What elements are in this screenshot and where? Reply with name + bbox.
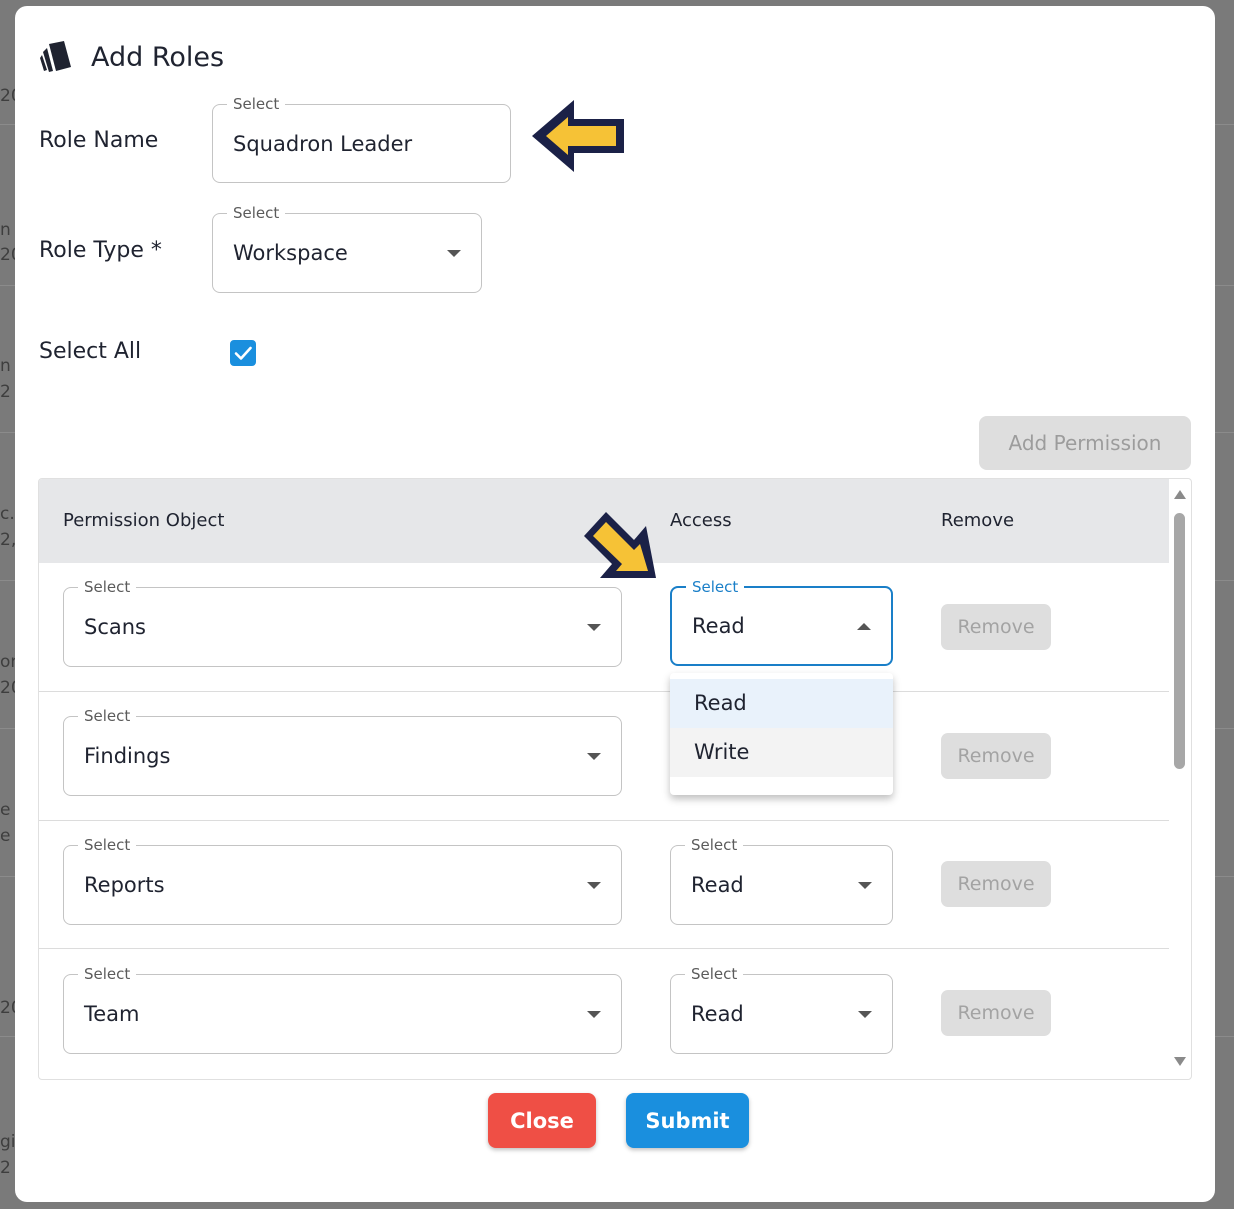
chevron-down-icon bbox=[587, 624, 601, 631]
option-label: Read bbox=[694, 691, 747, 715]
field-legend: Select bbox=[78, 965, 137, 983]
access-value: Read bbox=[691, 1002, 744, 1026]
cards-icon bbox=[40, 41, 71, 72]
modal-title: Add Roles bbox=[91, 41, 225, 73]
field-legend: Select bbox=[78, 707, 137, 725]
remove-button[interactable]: Remove bbox=[941, 861, 1051, 907]
field-legend: Select bbox=[78, 578, 137, 596]
close-button[interactable]: Close bbox=[488, 1093, 596, 1148]
scroll-up-icon[interactable] bbox=[1174, 490, 1186, 499]
field-legend: Select bbox=[685, 836, 744, 854]
submit-button[interactable]: Submit bbox=[626, 1093, 749, 1148]
bg-text: n bbox=[0, 220, 11, 240]
remove-button[interactable]: Remove bbox=[941, 990, 1051, 1036]
select-all-checkbox[interactable] bbox=[230, 340, 256, 366]
field-legend: Select bbox=[78, 836, 137, 854]
annotation-arrow-down-right-icon bbox=[584, 512, 656, 578]
chevron-down-icon bbox=[587, 882, 601, 889]
bg-text: 2, bbox=[0, 530, 17, 550]
role-type-label: Role Type * bbox=[39, 238, 162, 263]
permission-object-value: Scans bbox=[84, 615, 146, 639]
remove-button[interactable]: Remove bbox=[941, 604, 1051, 650]
access-value: Read bbox=[691, 873, 744, 897]
checkmark-icon bbox=[234, 346, 252, 360]
header-permission-object: Permission Object bbox=[63, 510, 225, 531]
scroll-thumb[interactable] bbox=[1174, 513, 1185, 769]
dropdown-option-write[interactable]: Write bbox=[670, 728, 893, 777]
permission-object-value: Reports bbox=[84, 873, 165, 897]
access-select[interactable]: Select Read bbox=[670, 965, 893, 1054]
bg-text: 2 bbox=[0, 382, 11, 402]
role-name-value: Squadron Leader bbox=[233, 131, 413, 156]
scroll-down-icon[interactable] bbox=[1174, 1057, 1186, 1066]
table-row: Select Scans Select Read Remove bbox=[39, 563, 1169, 692]
permission-object-select[interactable]: Select Reports bbox=[63, 836, 622, 925]
permission-object-select[interactable]: Select Team bbox=[63, 965, 622, 1054]
field-legend: Select bbox=[686, 578, 745, 596]
role-name-label: Role Name bbox=[39, 128, 159, 153]
role-type-value: Workspace bbox=[233, 241, 348, 265]
header-remove: Remove bbox=[941, 510, 1015, 531]
role-type-select[interactable]: Select Workspace bbox=[212, 204, 482, 293]
access-dropdown-menu: Read Write bbox=[670, 673, 893, 795]
chevron-up-icon bbox=[857, 623, 871, 630]
permission-object-value: Team bbox=[84, 1002, 140, 1026]
role-name-input[interactable]: Select Squadron Leader bbox=[212, 95, 511, 183]
bg-text: gi bbox=[0, 1132, 16, 1152]
header-access: Access bbox=[670, 510, 732, 531]
access-select[interactable]: Select Read bbox=[670, 836, 893, 925]
remove-button[interactable]: Remove bbox=[941, 733, 1051, 779]
annotation-arrow-left-icon bbox=[532, 100, 624, 172]
permission-object-select[interactable]: Select Findings bbox=[63, 707, 622, 796]
table-row: Select Team Select Read Remove bbox=[39, 949, 1169, 1077]
chevron-down-icon bbox=[858, 882, 872, 889]
dropdown-option-read[interactable]: Read bbox=[670, 679, 893, 728]
option-label: Write bbox=[694, 740, 750, 764]
bg-text: c. bbox=[0, 504, 15, 524]
bg-text: n bbox=[0, 356, 11, 376]
chevron-down-icon bbox=[587, 1011, 601, 1018]
access-value: Read bbox=[692, 614, 745, 638]
role-name-legend: Select bbox=[227, 95, 286, 113]
add-permission-button[interactable]: Add Permission bbox=[979, 416, 1191, 470]
permission-object-select[interactable]: Select Scans bbox=[63, 578, 622, 667]
field-legend: Select bbox=[685, 965, 744, 983]
table-row: Select Reports Select Read Remove bbox=[39, 820, 1169, 949]
access-select[interactable]: Select Read bbox=[670, 578, 893, 666]
chevron-down-icon bbox=[447, 250, 461, 257]
table-row: Select Findings Remove bbox=[39, 692, 1169, 821]
select-all-label: Select All bbox=[39, 339, 142, 364]
bg-text: 2 bbox=[0, 1158, 11, 1178]
modal-header: Add Roles bbox=[40, 40, 224, 74]
add-roles-modal: Add Roles Role Name Select Squadron Lead… bbox=[15, 6, 1215, 1202]
permission-object-value: Findings bbox=[84, 744, 171, 768]
role-type-legend: Select bbox=[227, 204, 286, 222]
chevron-down-icon bbox=[858, 1011, 872, 1018]
chevron-down-icon bbox=[587, 753, 601, 760]
bg-text: e bbox=[0, 800, 11, 820]
table-scrollbar[interactable] bbox=[1171, 479, 1189, 1079]
